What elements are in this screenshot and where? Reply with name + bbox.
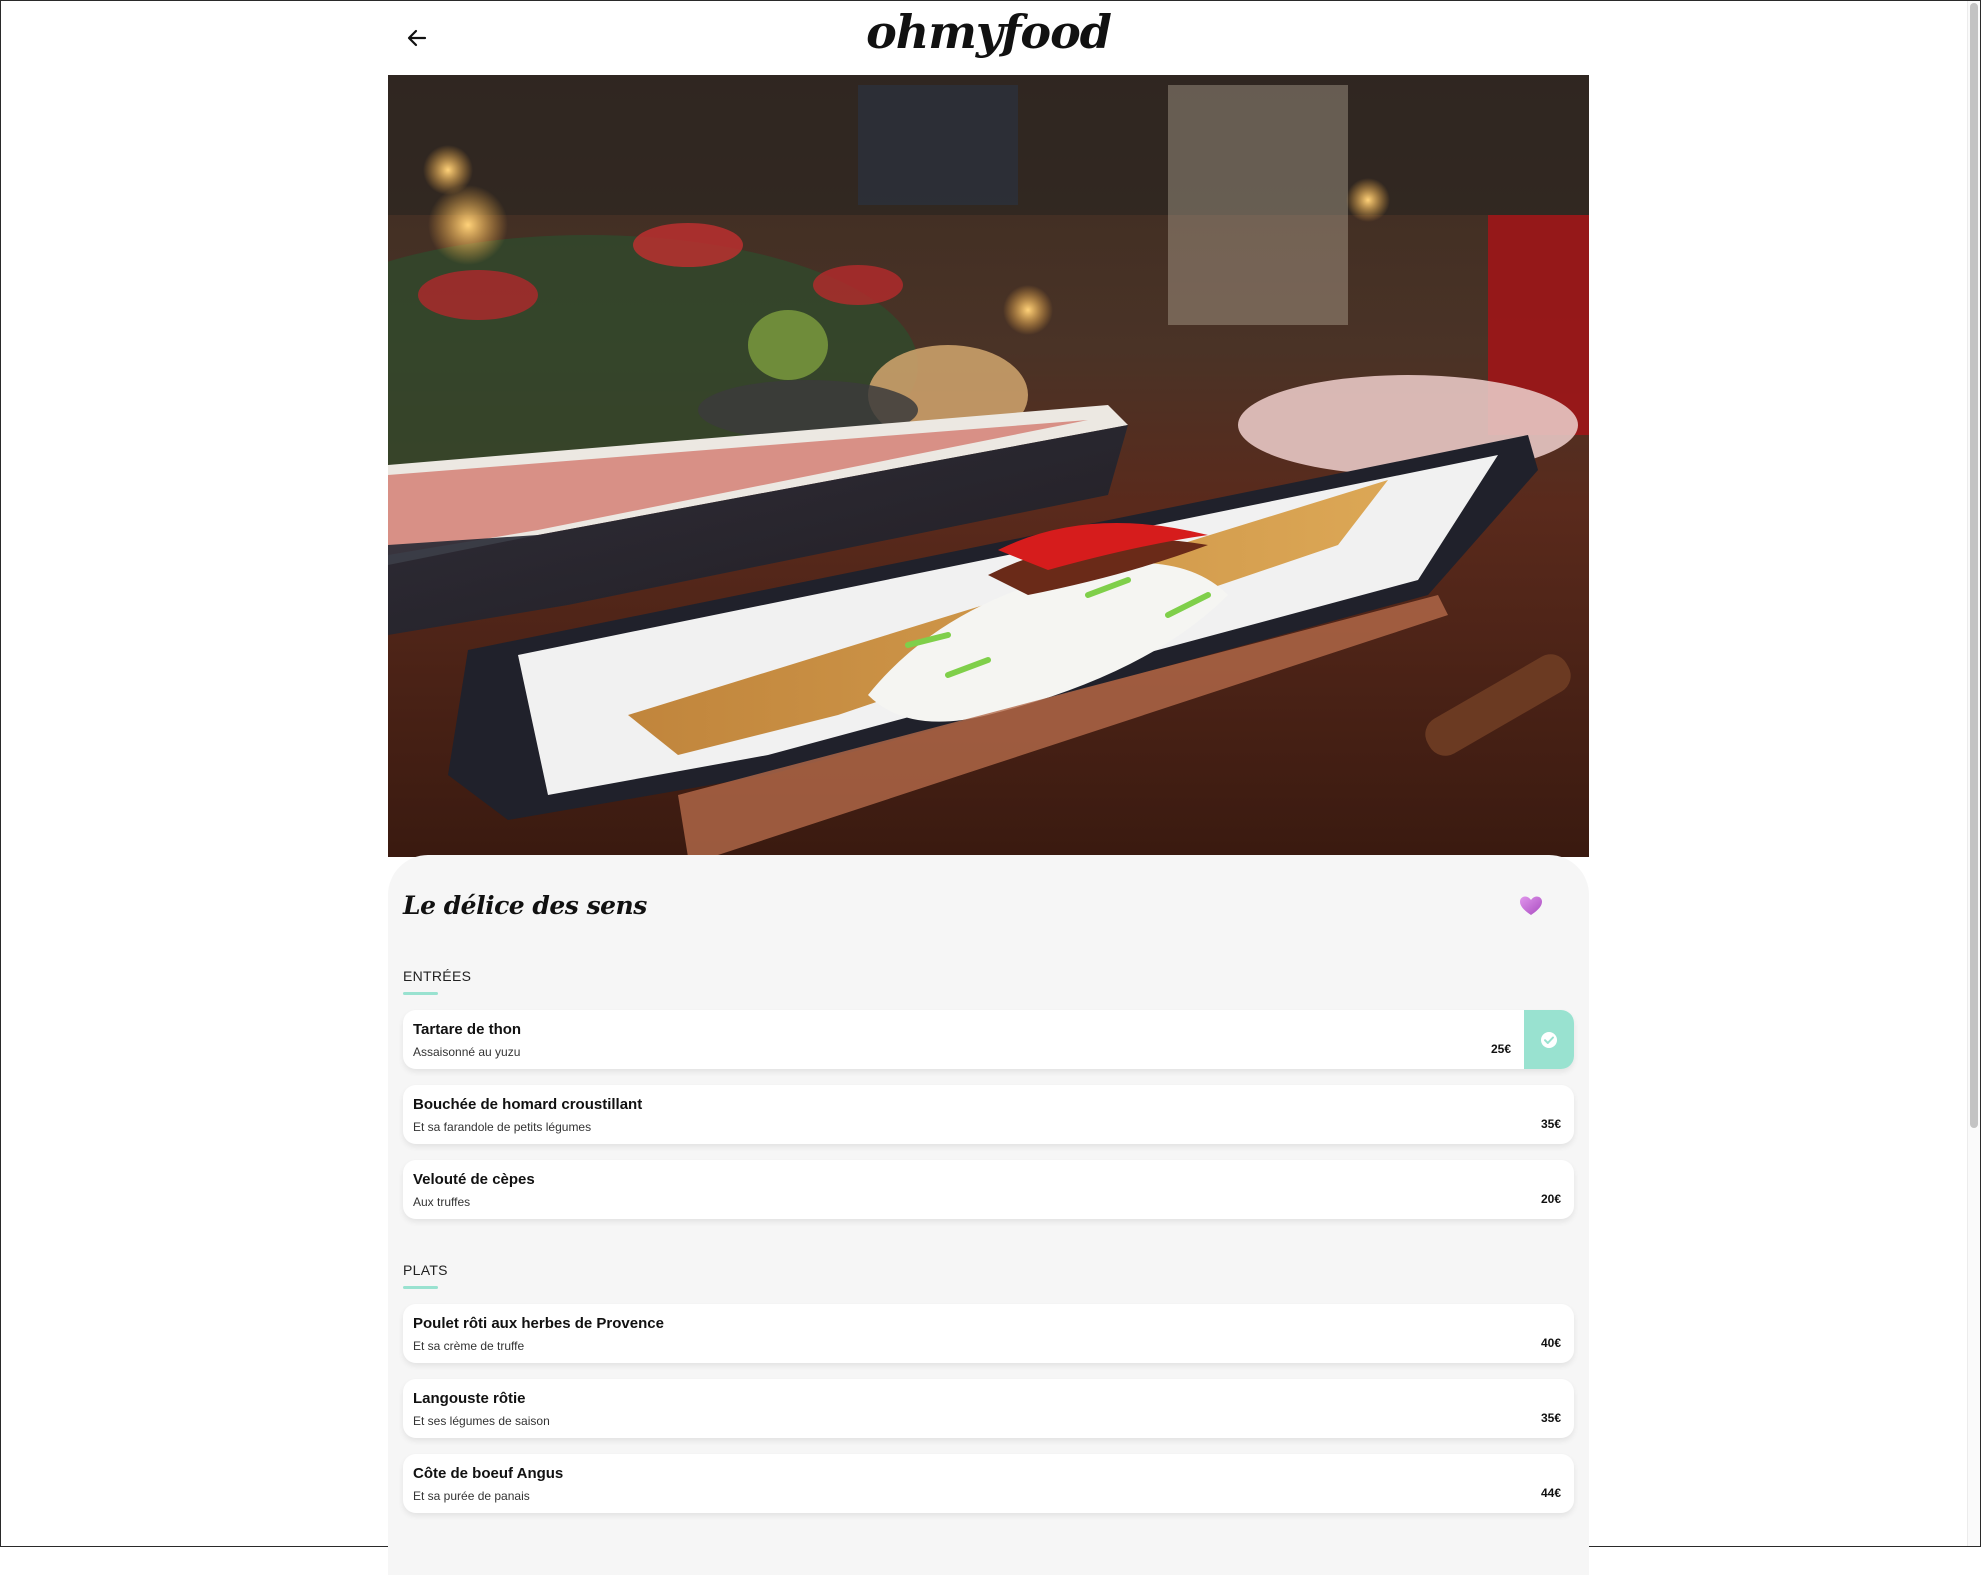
menu-sheet: Le délice des sens ENTRÉES Tartare de th… xyxy=(388,855,1589,1575)
favorite-button[interactable] xyxy=(1519,895,1543,917)
logo[interactable]: ohmyfood xyxy=(388,5,1589,59)
section-underline xyxy=(403,1286,438,1289)
header: ohmyfood xyxy=(388,1,1589,75)
dish-price: 44€ xyxy=(1540,1486,1561,1500)
heart-icon xyxy=(1520,896,1542,915)
dish-description: Et sa crème de truffe xyxy=(413,1339,525,1353)
dish-name: Langouste rôtie xyxy=(413,1390,526,1407)
dish-name: Côte de boeuf Angus xyxy=(413,1465,564,1482)
dish-price: 25€ xyxy=(1490,1042,1511,1056)
dish-name: Poulet rôti aux herbes de Provence xyxy=(413,1315,664,1332)
dish-name: Velouté de cèpes xyxy=(413,1171,535,1188)
dish-card[interactable]: Tartare de thon Assaisonné au yuzu 25€ xyxy=(403,1010,1574,1069)
restaurant-title: Le délice des sens xyxy=(403,891,647,920)
dish-description: Et sa purée de panais xyxy=(413,1489,530,1503)
hero-image xyxy=(388,75,1589,857)
dish-card[interactable]: Poulet rôti aux herbes de Provence Et sa… xyxy=(403,1304,1574,1363)
dish-price: 40€ xyxy=(1540,1336,1561,1350)
section-title: PLATS xyxy=(403,1262,448,1278)
dish-card[interactable]: Langouste rôtie Et ses légumes de saison… xyxy=(403,1379,1574,1438)
dish-description: Et ses légumes de saison xyxy=(413,1414,550,1428)
dish-card[interactable]: Bouchée de homard croustillant Et sa far… xyxy=(403,1085,1574,1144)
dish-price: 35€ xyxy=(1540,1117,1561,1131)
dish-description: Aux truffes xyxy=(413,1195,471,1209)
dish-price: 20€ xyxy=(1540,1192,1561,1206)
section-plats: PLATS Poulet rôti aux herbes de Provence… xyxy=(403,1261,1574,1529)
dish-name: Tartare de thon xyxy=(413,1021,522,1038)
dish-price: 35€ xyxy=(1540,1411,1561,1425)
section-title: ENTRÉES xyxy=(403,968,472,984)
section-entrees: ENTRÉES Tartare de thon Assaisonné au yu… xyxy=(403,967,1574,1235)
dish-card[interactable]: Velouté de cèpes Aux truffes 20€ xyxy=(403,1160,1574,1219)
dish-description: Assaisonné au yuzu xyxy=(413,1045,521,1059)
section-underline xyxy=(403,992,438,995)
scrollbar[interactable] xyxy=(1967,1,1980,1546)
dish-card[interactable]: Côte de boeuf Angus Et sa purée de panai… xyxy=(403,1454,1574,1513)
scrollbar-thumb[interactable] xyxy=(1970,3,1978,1128)
restaurant-page: ohmyfood Le délice des sens ENTRÉES Tart… xyxy=(388,1,1589,1575)
check-circle-icon xyxy=(1541,1031,1557,1048)
selected-check[interactable] xyxy=(1524,1010,1574,1069)
dish-name: Bouchée de homard croustillant xyxy=(413,1096,643,1113)
dish-description: Et sa farandole de petits légumes xyxy=(413,1120,592,1134)
